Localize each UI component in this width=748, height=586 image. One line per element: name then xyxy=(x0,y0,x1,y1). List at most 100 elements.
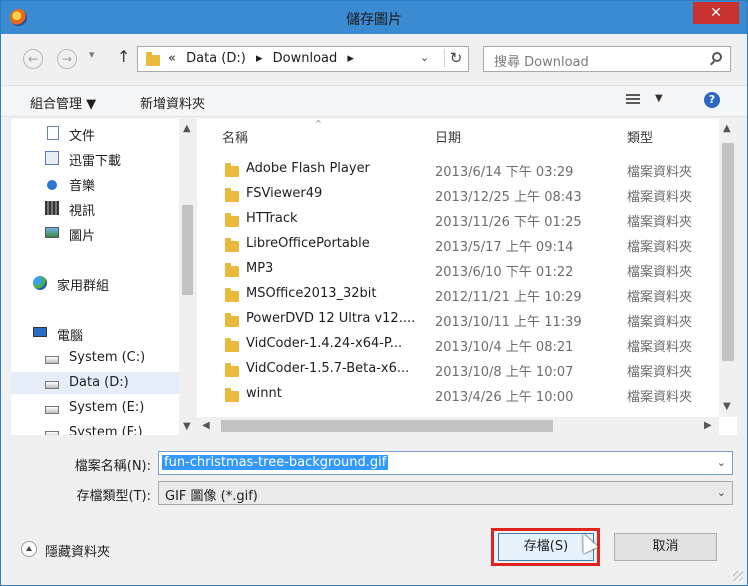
nav-item-label: 電腦 xyxy=(57,329,84,344)
file-type: 檔案資料夾 xyxy=(627,165,693,180)
file-name: PowerDVD 12 Ultra v12.... xyxy=(246,311,416,326)
nav-item-videos[interactable]: 視訊 xyxy=(11,197,179,219)
breadcrumb-overflow[interactable]: « xyxy=(168,51,176,66)
scroll-up-icon[interactable]: ▲ xyxy=(183,123,191,134)
nav-item-label: System (E:) xyxy=(69,400,145,415)
nav-item-data-d[interactable]: Data (D:) xyxy=(11,372,179,394)
recent-locations-button[interactable]: ▾ xyxy=(89,48,95,61)
file-date: 2013/4/26 上午 10:00 xyxy=(435,390,574,405)
address-row: ← → ▾ ↑ « Data (D:) ▸ Download ▸ ⌄ ↻ 搜尋 … xyxy=(11,42,737,76)
breadcrumb-separator[interactable]: ▸ xyxy=(256,51,263,66)
breadcrumb-data-d[interactable]: Data (D:) xyxy=(186,51,246,66)
file-horizontal-scrollbar[interactable]: ◀ ▶ xyxy=(197,417,719,435)
table-row[interactable]: MSOffice2013_32bit 2012/11/21 上午 10:29 檔案資… xyxy=(197,282,719,307)
breadcrumb-download[interactable]: Download xyxy=(273,51,338,66)
file-name: LibreOfficePortable xyxy=(246,236,370,251)
forward-button[interactable]: → xyxy=(57,49,77,69)
collapse-icon xyxy=(21,541,37,557)
window-title: 儲存圖片 xyxy=(346,12,402,28)
nav-scroll-thumb[interactable] xyxy=(182,205,193,295)
nav-item-label: 音樂 xyxy=(69,179,96,194)
folder-icon xyxy=(225,338,239,352)
drive-icon xyxy=(45,381,59,389)
title-bar[interactable]: 儲存圖片 ✕ xyxy=(1,1,747,34)
table-row[interactable]: VidCoder-1.5.7-Beta-x6... 2013/10/8 上午 10… xyxy=(197,357,719,382)
new-folder-button[interactable]: 新增資料夾 xyxy=(140,93,205,112)
file-type: 檔案資料夾 xyxy=(627,390,693,405)
nav-scrollbar[interactable]: ▲ ▼ xyxy=(179,119,196,435)
file-scroll-thumb[interactable] xyxy=(722,143,734,361)
scroll-down-icon[interactable]: ▼ xyxy=(183,421,191,432)
nav-item-system-f[interactable]: System (F:) xyxy=(11,422,179,435)
address-dropdown-icon[interactable]: ⌄ xyxy=(420,51,429,64)
scroll-up-icon[interactable]: ▲ xyxy=(723,123,731,134)
cancel-button[interactable]: 取消 xyxy=(614,533,717,561)
table-row[interactable]: FSViewer49 2013/12/25 上午 08:43 檔案資料夾 xyxy=(197,182,719,207)
file-type: 檔案資料夾 xyxy=(627,190,693,205)
file-hscroll-thumb[interactable] xyxy=(221,420,553,432)
music-icon xyxy=(47,180,57,190)
command-toolbar: 組合管理 ▼ 新增資料夾 ▼ ? xyxy=(1,85,747,117)
column-header-name[interactable]: 名稱 xyxy=(222,127,248,146)
drive-icon xyxy=(45,431,59,435)
nav-item-label: 圖片 xyxy=(69,229,96,244)
file-type: 檔案資料夾 xyxy=(627,365,693,380)
file-vertical-scrollbar[interactable]: ▲ ▼ xyxy=(719,119,737,417)
address-bar[interactable]: « Data (D:) ▸ Download ▸ ⌄ ↻ xyxy=(137,46,469,72)
resize-grip-icon[interactable] xyxy=(733,571,743,581)
nav-item-label: 家用群組 xyxy=(57,279,110,294)
table-row[interactable]: VidCoder-1.4.24-x64-P... 2013/10/4 上午 08:… xyxy=(197,332,719,357)
scroll-right-icon[interactable]: ▶ xyxy=(704,420,712,431)
filetype-select[interactable]: GIF 圖像 (*.gif) ⌄ xyxy=(158,481,733,505)
refresh-icon[interactable]: ↻ xyxy=(444,49,467,67)
search-icon[interactable] xyxy=(712,52,722,62)
breadcrumb-separator[interactable]: ▸ xyxy=(347,51,354,66)
file-name: winnt xyxy=(246,386,282,401)
view-dropdown-icon[interactable]: ▼ xyxy=(655,93,663,104)
view-options-icon[interactable] xyxy=(626,94,640,106)
folder-icon xyxy=(225,388,239,402)
file-type: 檔案資料夾 xyxy=(627,240,693,255)
close-button[interactable]: ✕ xyxy=(693,2,739,24)
download-library-icon xyxy=(45,151,59,165)
nav-item-documents[interactable]: 文件 xyxy=(11,122,179,144)
nav-item-label: System (C:) xyxy=(69,350,146,365)
sort-ascending-icon: ^ xyxy=(315,119,322,128)
scroll-left-icon[interactable]: ◀ xyxy=(202,420,210,431)
up-button[interactable]: ↑ xyxy=(117,47,130,66)
nav-item-xunlei-downloads[interactable]: 迅雷下載 xyxy=(11,147,179,169)
file-date: 2013/5/17 上午 09:14 xyxy=(435,240,574,255)
table-row[interactable]: winnt 2013/4/26 上午 10:00 檔案資料夾 xyxy=(197,382,719,407)
file-date: 2013/10/8 上午 10:07 xyxy=(435,365,574,380)
drive-icon xyxy=(45,406,59,414)
scroll-down-icon[interactable]: ▼ xyxy=(723,401,731,412)
column-header-date[interactable]: 日期 xyxy=(435,127,461,146)
nav-item-homegroup[interactable]: 家用群組 xyxy=(11,272,179,294)
nav-item-system-e[interactable]: System (E:) xyxy=(11,397,179,419)
nav-item-label: System (F:) xyxy=(69,425,143,435)
table-row[interactable]: HTTrack 2013/11/26 下午 01:25 檔案資料夾 xyxy=(197,207,719,232)
help-icon[interactable]: ? xyxy=(704,92,720,108)
nav-item-pictures[interactable]: 圖片 xyxy=(11,222,179,244)
nav-item-system-c[interactable]: System (C:) xyxy=(11,347,179,369)
table-row[interactable]: LibreOfficePortable 2013/5/17 上午 09:14 檔案資… xyxy=(197,232,719,257)
video-icon xyxy=(45,201,59,215)
nav-item-music[interactable]: 音樂 xyxy=(11,172,179,194)
table-row[interactable]: MP3 2013/6/10 下午 01:22 檔案資料夾 xyxy=(197,257,719,282)
table-row[interactable]: PowerDVD 12 Ultra v12.... 2013/10/11 上午 1… xyxy=(197,307,719,332)
chevron-down-icon[interactable]: ⌄ xyxy=(717,456,726,469)
navigation-pane: 文件 迅雷下載 音樂 視訊 圖片 家用群組 電腦 System (C:) Dat… xyxy=(11,119,196,435)
table-row[interactable]: Adobe Flash Player 2013/6/14 下午 03:29 檔案資料… xyxy=(197,157,719,182)
nav-item-computer[interactable]: 電腦 xyxy=(11,322,179,344)
file-name: VidCoder-1.5.7-Beta-x6... xyxy=(246,361,410,376)
computer-icon xyxy=(33,327,47,337)
column-header-type[interactable]: 類型 xyxy=(627,127,653,146)
chevron-down-icon[interactable]: ⌄ xyxy=(717,486,726,499)
organize-button[interactable]: 組合管理 ▼ xyxy=(30,93,96,112)
search-input[interactable]: 搜尋 Download xyxy=(483,46,731,72)
file-name: FSViewer49 xyxy=(246,186,323,201)
nav-item-label: 文件 xyxy=(69,129,96,144)
file-date: 2013/6/14 下午 03:29 xyxy=(435,165,574,180)
back-button[interactable]: ← xyxy=(23,49,43,69)
filename-input[interactable]: fun-christmas-tree-background.gif ⌄ xyxy=(158,451,733,475)
